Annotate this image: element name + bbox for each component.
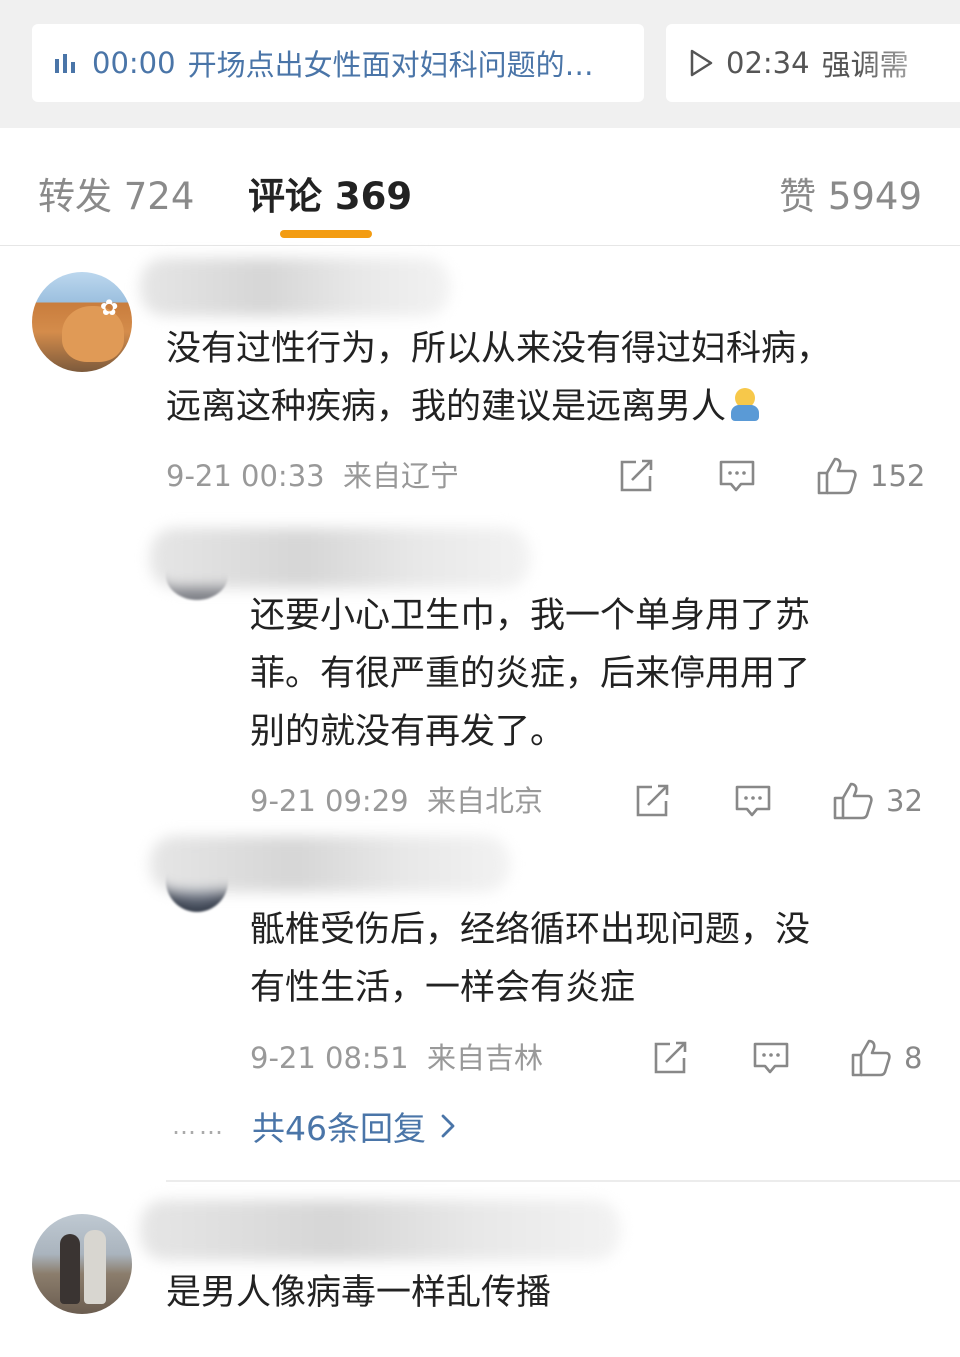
share-icon (620, 459, 653, 492)
username-blurred[interactable] (150, 528, 530, 588)
like-count: 32 (886, 784, 923, 818)
comment-time-location: 9-21 00:33 来自辽宁 (166, 454, 459, 498)
comment-line: 有性生活，一样会有炎症 (250, 968, 636, 1008)
comment-icon (735, 785, 771, 817)
avatar-figure (84, 1230, 106, 1304)
avatar[interactable] (32, 1214, 132, 1314)
more-replies-label: 共46条回复 (252, 1109, 426, 1148)
comment-line: 菲。有很严重的炎症，后来停用用了 (250, 654, 811, 694)
tab-bar: 转发 724 评论 369 赞 5949 (0, 128, 960, 246)
flower-icon: ✿ (100, 296, 119, 321)
tab-repost[interactable]: 转发 724 (38, 166, 194, 220)
username-blurred[interactable] (140, 1200, 620, 1260)
chapter-chip-1[interactable]: 00:00 开场点出女性面对妇科问题的… (32, 24, 644, 102)
hug-emoji-icon (728, 388, 762, 422)
comment-line: 远离这种疾病，我的建议是远离男人 (166, 378, 926, 436)
thumbs-up-icon (817, 457, 857, 495)
chevron-right-icon (440, 1113, 456, 1139)
comment-line: 没有过性行为，所以从来没有得过妇科病， (166, 329, 832, 369)
like-count: 152 (870, 459, 926, 493)
comment-location: 来自北京 (427, 784, 544, 818)
like-button[interactable]: 152 (816, 454, 925, 498)
play-icon (688, 49, 714, 77)
comment-time: 9-21 09:29 (250, 784, 409, 818)
comment-text: 是男人像病毒一样乱传播 (166, 1264, 926, 1322)
reply-button[interactable] (752, 1036, 790, 1080)
comment-line: 还要小心卫生巾，我一个单身用了苏 (250, 596, 811, 636)
share-icon (636, 784, 669, 817)
comment-time-location: 9-21 09:29 来自北京 (250, 779, 543, 823)
username-blurred[interactable] (140, 258, 450, 316)
thumbs-up-icon (851, 1039, 891, 1077)
more-replies-dots: …… (172, 1112, 226, 1140)
comment-meta: 9-21 09:29 来自北京 32 (250, 779, 936, 823)
comment-line: 骶椎受伤后，经络循环出现问题，没 (250, 910, 811, 950)
comment-line: 别的就没有再发了。 (250, 712, 566, 752)
chapter-title: 强调需 (821, 48, 909, 82)
comment-line-text: 远离这种疾病，我的建议是远离男人 (166, 387, 727, 427)
comment-time-location: 9-21 08:51 来自吉林 (250, 1036, 543, 1080)
comment-location: 来自吉林 (427, 1041, 544, 1075)
comment-text: 没有过性行为，所以从来没有得过妇科病， 远离这种疾病，我的建议是远离男人 (166, 320, 926, 436)
tab-indicator (280, 230, 372, 238)
share-button[interactable] (618, 454, 656, 498)
like-button[interactable]: 32 (832, 779, 923, 823)
comment-meta: 9-21 00:33 来自辽宁 152 (166, 454, 936, 498)
comment-line: 是男人像病毒一样乱传播 (166, 1273, 552, 1313)
reply-button[interactable] (718, 454, 756, 498)
tab-comments[interactable]: 评论 369 (248, 166, 412, 220)
comment-location: 来自辽宁 (343, 459, 460, 493)
chapter-bar: 00:00 开场点出女性面对妇科问题的… 02:34 强调需 (0, 0, 960, 128)
comment-meta: 9-21 08:51 来自吉林 8 (250, 1036, 936, 1080)
share-button[interactable] (634, 779, 672, 823)
thumbs-up-icon (833, 782, 873, 820)
reply-button[interactable] (734, 779, 772, 823)
comment-time: 9-21 08:51 (250, 1041, 409, 1075)
like-count: 8 (904, 1041, 923, 1075)
chapter-title: 开场点出女性面对妇科问题的… (187, 48, 594, 82)
like-button[interactable]: 8 (850, 1036, 922, 1080)
share-button[interactable] (652, 1036, 690, 1080)
tab-likes[interactable]: 赞 5949 (779, 166, 922, 220)
comment-divider (166, 1180, 960, 1182)
comment-time: 9-21 00:33 (166, 459, 325, 493)
chapter-time: 02:34 (726, 46, 810, 80)
username-blurred[interactable] (150, 836, 510, 892)
comment-icon (753, 1042, 789, 1074)
avatar[interactable]: ✿ (32, 272, 132, 372)
avatar-figure (60, 1234, 80, 1304)
more-replies-link[interactable]: …… 共46条回复 (172, 1104, 456, 1148)
share-icon (654, 1041, 687, 1074)
comment-text: 骶椎受伤后，经络循环出现问题，没 有性生活，一样会有炎症 (250, 901, 930, 1017)
chapter-chip-2[interactable]: 02:34 强调需 (666, 24, 960, 102)
audio-bars-icon (54, 51, 80, 75)
comment-icon (719, 460, 755, 492)
comment-text: 还要小心卫生巾，我一个单身用了苏 菲。有很严重的炎症，后来停用用了 别的就没有再… (250, 587, 930, 761)
chapter-time: 00:00 (92, 46, 176, 80)
